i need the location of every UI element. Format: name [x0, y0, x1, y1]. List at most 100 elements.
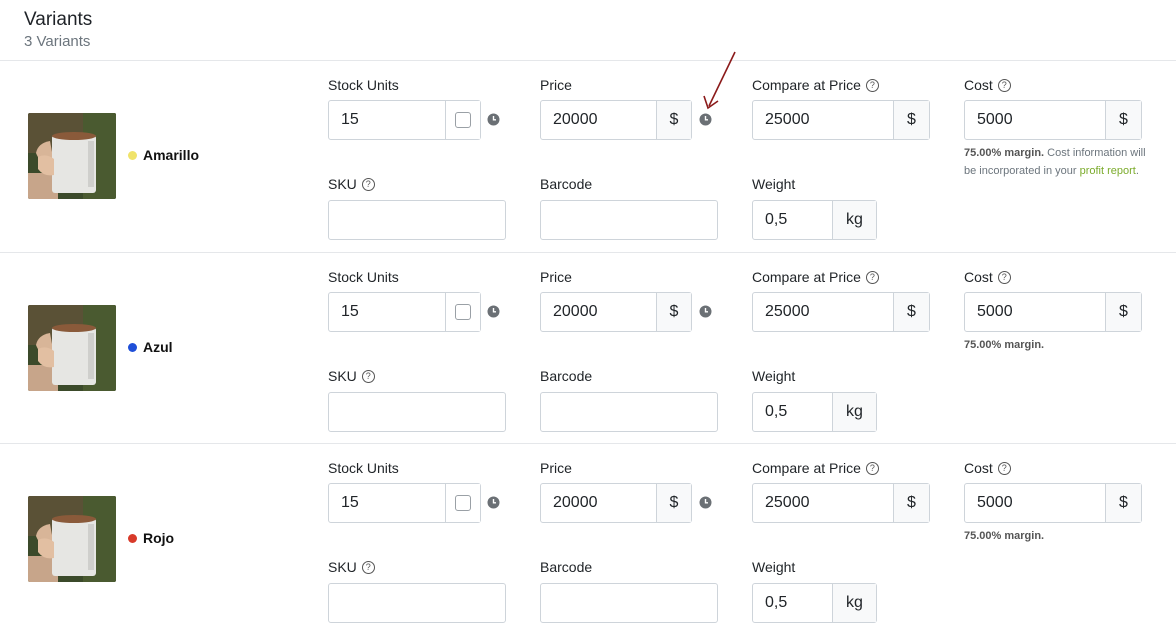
variant-name: Azul	[128, 339, 173, 355]
sku-label: SKU?	[328, 368, 375, 384]
help-icon[interactable]: ?	[361, 369, 375, 383]
barcode-label: Barcode	[540, 368, 593, 384]
variant-image[interactable]	[28, 496, 116, 582]
cost-input[interactable]: 5000	[965, 101, 1105, 139]
barcode-input[interactable]	[540, 200, 718, 240]
variants-header: Variants 3 Variants	[24, 8, 92, 52]
margin-note: 75.00% margin.	[964, 527, 1154, 545]
weight-field: 0,5 kg	[752, 583, 877, 623]
currency-addon: $	[1105, 101, 1141, 139]
weight-input[interactable]: 0,5	[753, 584, 832, 622]
margin-note: 75.00% margin. Cost information will be …	[964, 144, 1154, 180]
stock-units-input[interactable]: 15	[329, 293, 445, 331]
infinite-stock-checkbox[interactable]	[455, 112, 471, 128]
weight-label: Weight	[752, 368, 796, 384]
clock-icon[interactable]	[699, 305, 712, 318]
cost-field: 5000 $	[964, 292, 1142, 332]
price-input[interactable]: 20000	[541, 484, 656, 522]
weight-input[interactable]: 0,5	[753, 201, 832, 239]
currency-addon: $	[656, 101, 691, 139]
help-icon[interactable]: ?	[361, 560, 375, 574]
margin-value: 75.00% margin.	[964, 147, 1045, 159]
weight-unit-addon: kg	[832, 201, 876, 239]
help-icon[interactable]: ?	[997, 461, 1011, 475]
variant-name: Rojo	[128, 530, 174, 546]
page-title: Variants	[24, 9, 93, 30]
weight-field: 0,5 kg	[752, 200, 877, 240]
weight-field: 0,5 kg	[752, 392, 877, 432]
infinite-stock-checkbox[interactable]	[455, 304, 471, 320]
sku-input[interactable]	[328, 200, 506, 240]
variant-row-amarillo: Amarillo Stock Units 15 Price 20000 $ Co…	[0, 61, 1176, 252]
price-label: Price	[540, 460, 572, 476]
weight-unit-addon: kg	[832, 393, 876, 431]
currency-addon: $	[1105, 293, 1141, 331]
stock-units-input[interactable]: 15	[329, 101, 445, 139]
weight-unit-addon: kg	[832, 584, 876, 622]
stock-units-field: 15	[328, 292, 481, 332]
sku-input[interactable]	[328, 583, 506, 623]
margin-note: 75.00% margin.	[964, 336, 1154, 354]
compare-price-input[interactable]: 25000	[753, 484, 893, 522]
help-icon[interactable]: ?	[361, 177, 375, 191]
cost-field: 5000 $	[964, 483, 1142, 523]
color-dot-icon	[128, 342, 137, 352]
price-input[interactable]: 20000	[541, 101, 656, 139]
clock-icon[interactable]	[487, 305, 500, 318]
cost-label: Cost?	[964, 269, 1011, 285]
stock-units-field: 15	[328, 100, 481, 140]
margin-value: 75.00% margin.	[964, 339, 1045, 351]
sku-label: SKU?	[328, 176, 375, 192]
price-label: Price	[540, 269, 572, 285]
barcode-input[interactable]	[540, 583, 718, 623]
compare-price-field: 25000 $	[752, 483, 930, 523]
compare-price-field: 25000 $	[752, 100, 930, 140]
stock-checkbox-addon	[445, 484, 480, 522]
weight-input[interactable]: 0,5	[753, 393, 832, 431]
clock-icon[interactable]	[487, 496, 500, 509]
margin-value: 75.00% margin.	[964, 530, 1045, 542]
barcode-input[interactable]	[540, 392, 718, 432]
help-icon[interactable]: ?	[865, 270, 879, 284]
price-input[interactable]: 20000	[541, 293, 656, 331]
compare-price-label: Compare at Price?	[752, 460, 879, 476]
barcode-label: Barcode	[540, 559, 593, 575]
cost-input[interactable]: 5000	[965, 484, 1105, 522]
barcode-label: Barcode	[540, 176, 593, 192]
stock-units-label: Stock Units	[328, 460, 399, 476]
price-field: 20000 $	[540, 292, 692, 332]
cost-field: 5000 $	[964, 100, 1142, 140]
clock-icon[interactable]	[487, 113, 500, 126]
help-icon[interactable]: ?	[997, 78, 1011, 92]
currency-addon: $	[656, 484, 691, 522]
compare-price-label: Compare at Price?	[752, 269, 879, 285]
help-icon[interactable]: ?	[865, 461, 879, 475]
currency-addon: $	[893, 293, 929, 331]
currency-addon: $	[656, 293, 691, 331]
color-dot-icon	[128, 533, 137, 543]
currency-addon: $	[893, 101, 929, 139]
color-dot-icon	[128, 150, 137, 160]
weight-label: Weight	[752, 559, 796, 575]
compare-price-input[interactable]: 25000	[753, 293, 893, 331]
cost-label: Cost?	[964, 460, 1011, 476]
help-icon[interactable]: ?	[865, 78, 879, 92]
price-field: 20000 $	[540, 100, 692, 140]
variant-image[interactable]	[28, 305, 116, 391]
currency-addon: $	[893, 484, 929, 522]
variant-count: 3 Variants	[24, 33, 91, 50]
variant-name: Amarillo	[128, 147, 199, 163]
stock-units-input[interactable]: 15	[329, 484, 445, 522]
profit-report-link[interactable]: profit report	[1080, 165, 1136, 177]
clock-icon[interactable]	[699, 496, 712, 509]
stock-units-label: Stock Units	[328, 77, 399, 93]
variant-row-azul: Azul Stock Units 15 Price 20000 $ Compar…	[0, 253, 1176, 444]
variant-image[interactable]	[28, 113, 116, 199]
help-icon[interactable]: ?	[997, 270, 1011, 284]
compare-price-input[interactable]: 25000	[753, 101, 893, 139]
sku-input[interactable]	[328, 392, 506, 432]
sku-label: SKU?	[328, 559, 375, 575]
cost-input[interactable]: 5000	[965, 293, 1105, 331]
compare-price-label: Compare at Price?	[752, 77, 879, 93]
infinite-stock-checkbox[interactable]	[455, 495, 471, 511]
